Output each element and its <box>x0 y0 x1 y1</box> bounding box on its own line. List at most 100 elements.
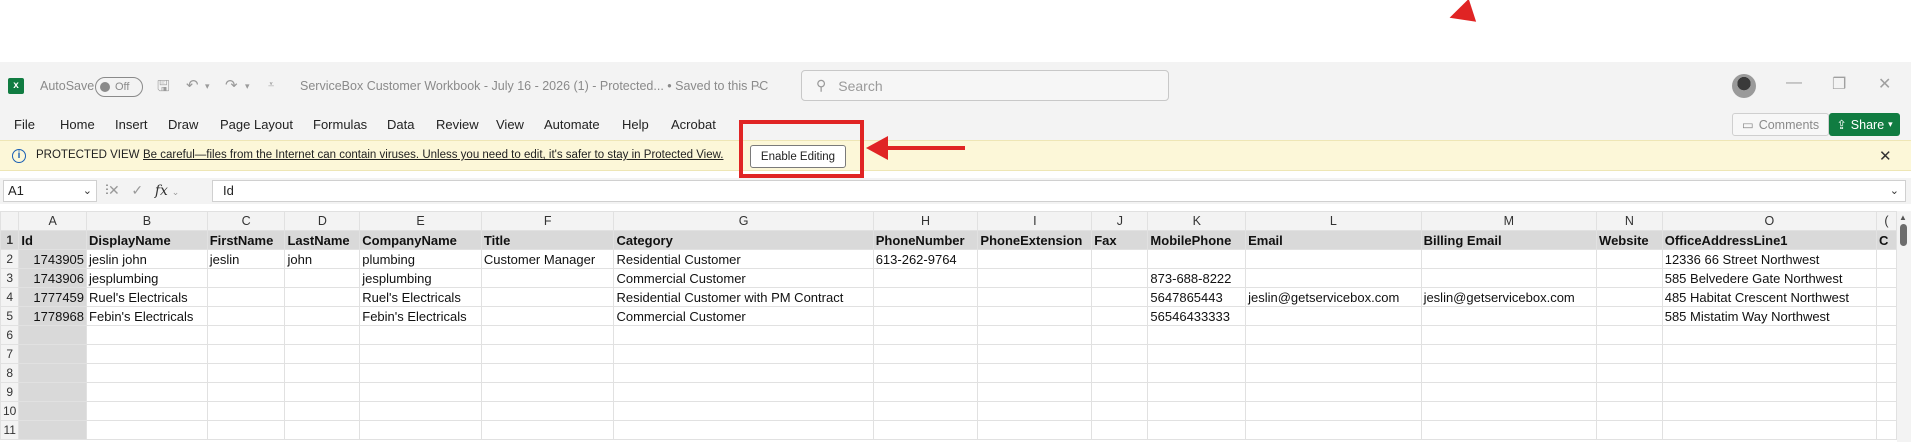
grid-cell[interactable] <box>1147 363 1247 383</box>
grid-cell[interactable] <box>1147 344 1247 364</box>
grid-cell[interactable] <box>977 287 1093 307</box>
grid-cell[interactable] <box>1596 287 1663 307</box>
grid-cell[interactable] <box>1596 363 1663 383</box>
grid-cell[interactable]: jeslin@getservicebox.com <box>1245 287 1422 307</box>
grid-cell[interactable]: Commercial Customer <box>613 268 874 288</box>
grid-cell[interactable]: MobilePhone <box>1147 230 1247 250</box>
grid-cell[interactable] <box>1596 325 1663 345</box>
grid-cell[interactable]: jesplumbing <box>359 268 482 288</box>
grid-cell[interactable] <box>1420 306 1598 326</box>
grid-cell[interactable] <box>1091 325 1149 345</box>
grid-cell[interactable]: plumbing <box>359 249 482 269</box>
row-number[interactable]: 3 <box>0 268 20 288</box>
grid-cell[interactable] <box>1091 344 1149 364</box>
grid-cell[interactable]: 613-262-9764 <box>872 249 979 269</box>
grid-cell[interactable] <box>1876 401 1897 421</box>
grid-cell[interactable]: FirstName <box>206 230 286 250</box>
grid-cell[interactable]: 1743905 <box>18 249 88 269</box>
grid-cell[interactable] <box>977 249 1093 269</box>
grid-cell[interactable] <box>1876 420 1897 440</box>
tab-file[interactable]: File <box>14 117 35 132</box>
tab-home[interactable]: Home <box>60 117 95 132</box>
grid-cell[interactable] <box>1876 249 1897 269</box>
redo-dropdown-icon[interactable]: ▾ <box>245 81 250 92</box>
grid-cell[interactable] <box>872 382 979 402</box>
tab-help[interactable]: Help <box>622 117 649 132</box>
grid-cell[interactable] <box>1420 325 1598 345</box>
undo-icon[interactable]: ↶ <box>186 76 199 94</box>
grid-cell[interactable]: Febin's Electricals <box>359 306 482 326</box>
undo-dropdown-icon[interactable]: ▾ <box>205 81 210 92</box>
grid-cell[interactable] <box>480 325 615 345</box>
grid-cell[interactable]: CompanyName <box>359 230 482 250</box>
grid-cell[interactable] <box>872 325 979 345</box>
scrollbar-thumb[interactable] <box>1900 224 1907 246</box>
grid-cell[interactable] <box>18 401 88 421</box>
grid-cell[interactable] <box>1876 363 1897 383</box>
search-box[interactable]: ⚲ Search <box>801 70 1169 101</box>
save-icon[interactable]: 🖫 <box>157 76 170 101</box>
grid-cell[interactable] <box>284 325 361 345</box>
grid-cell[interactable] <box>1661 420 1878 440</box>
grid-cell[interactable] <box>1091 306 1149 326</box>
grid-cell[interactable]: 12336 66 Street Northwest <box>1661 249 1878 269</box>
column-header-7[interactable]: H <box>872 211 979 231</box>
avatar[interactable] <box>1732 74 1756 98</box>
grid-cell[interactable] <box>480 268 615 288</box>
tab-draw[interactable]: Draw <box>168 117 198 132</box>
grid-cell[interactable]: OfficeAddressLine1 <box>1661 230 1878 250</box>
grid-cell[interactable] <box>977 382 1093 402</box>
grid-cell[interactable] <box>1661 401 1878 421</box>
grid-cell[interactable] <box>18 382 88 402</box>
grid-cell[interactable]: Email <box>1245 230 1422 250</box>
grid-cell[interactable] <box>1596 268 1663 288</box>
grid-cell[interactable] <box>1147 401 1247 421</box>
redo-icon[interactable]: ↷ <box>225 76 238 94</box>
row-number[interactable]: 1 <box>0 230 20 250</box>
tab-acrobat[interactable]: Acrobat <box>671 117 716 132</box>
autosave-toggle[interactable]: Off <box>95 77 143 97</box>
grid-cell[interactable]: C <box>1876 230 1897 250</box>
column-header-15[interactable]: ( <box>1876 211 1897 231</box>
fx-chevron-icon[interactable]: ⌄ <box>172 187 180 197</box>
grid-cell[interactable] <box>18 420 88 440</box>
grid-cell[interactable] <box>206 420 286 440</box>
grid-cell[interactable]: 56546433333 <box>1147 306 1247 326</box>
grid-cell[interactable] <box>359 382 482 402</box>
row-number[interactable]: 7 <box>0 344 20 364</box>
grid-cell[interactable] <box>480 420 615 440</box>
grid-cell[interactable] <box>1245 382 1422 402</box>
row-number[interactable]: 4 <box>0 287 20 307</box>
grid-cell[interactable]: jeslin john <box>86 249 208 269</box>
column-header-6[interactable]: G <box>613 211 874 231</box>
name-box[interactable]: A1 ⌄ <box>3 180 97 202</box>
grid-cell[interactable] <box>1420 268 1598 288</box>
grid-cell[interactable]: Category <box>613 230 874 250</box>
grid-cell[interactable]: 1743906 <box>18 268 88 288</box>
grid-cell[interactable] <box>1245 420 1422 440</box>
grid-cell[interactable] <box>284 382 361 402</box>
grid-cell[interactable] <box>1245 401 1422 421</box>
tab-insert[interactable]: Insert <box>115 117 148 132</box>
grid-cell[interactable]: 5647865443 <box>1147 287 1247 307</box>
grid-cell[interactable] <box>1245 363 1422 383</box>
grid-cell[interactable] <box>284 268 361 288</box>
grid-cell[interactable]: 1777459 <box>18 287 88 307</box>
grid-cell[interactable] <box>284 420 361 440</box>
confirm-icon[interactable]: ✓ <box>131 182 143 198</box>
grid-cell[interactable] <box>1596 306 1663 326</box>
grid-cell[interactable]: Ruel's Electricals <box>359 287 482 307</box>
grid-cell[interactable]: Commercial Customer <box>613 306 874 326</box>
row-number[interactable]: 11 <box>0 420 20 440</box>
column-header-14[interactable]: O <box>1661 211 1878 231</box>
grid-cell[interactable] <box>1091 287 1149 307</box>
grid-cell[interactable] <box>613 363 874 383</box>
grid-cell[interactable] <box>1596 249 1663 269</box>
grid-cell[interactable] <box>284 363 361 383</box>
grid-cell[interactable] <box>1245 268 1422 288</box>
grid-cell[interactable]: Customer Manager <box>480 249 615 269</box>
grid-cell[interactable]: 873-688-8222 <box>1147 268 1247 288</box>
grid-cell[interactable] <box>1876 325 1897 345</box>
grid-cell[interactable] <box>206 325 286 345</box>
comments-button[interactable]: ▭ Comments <box>1732 113 1829 136</box>
